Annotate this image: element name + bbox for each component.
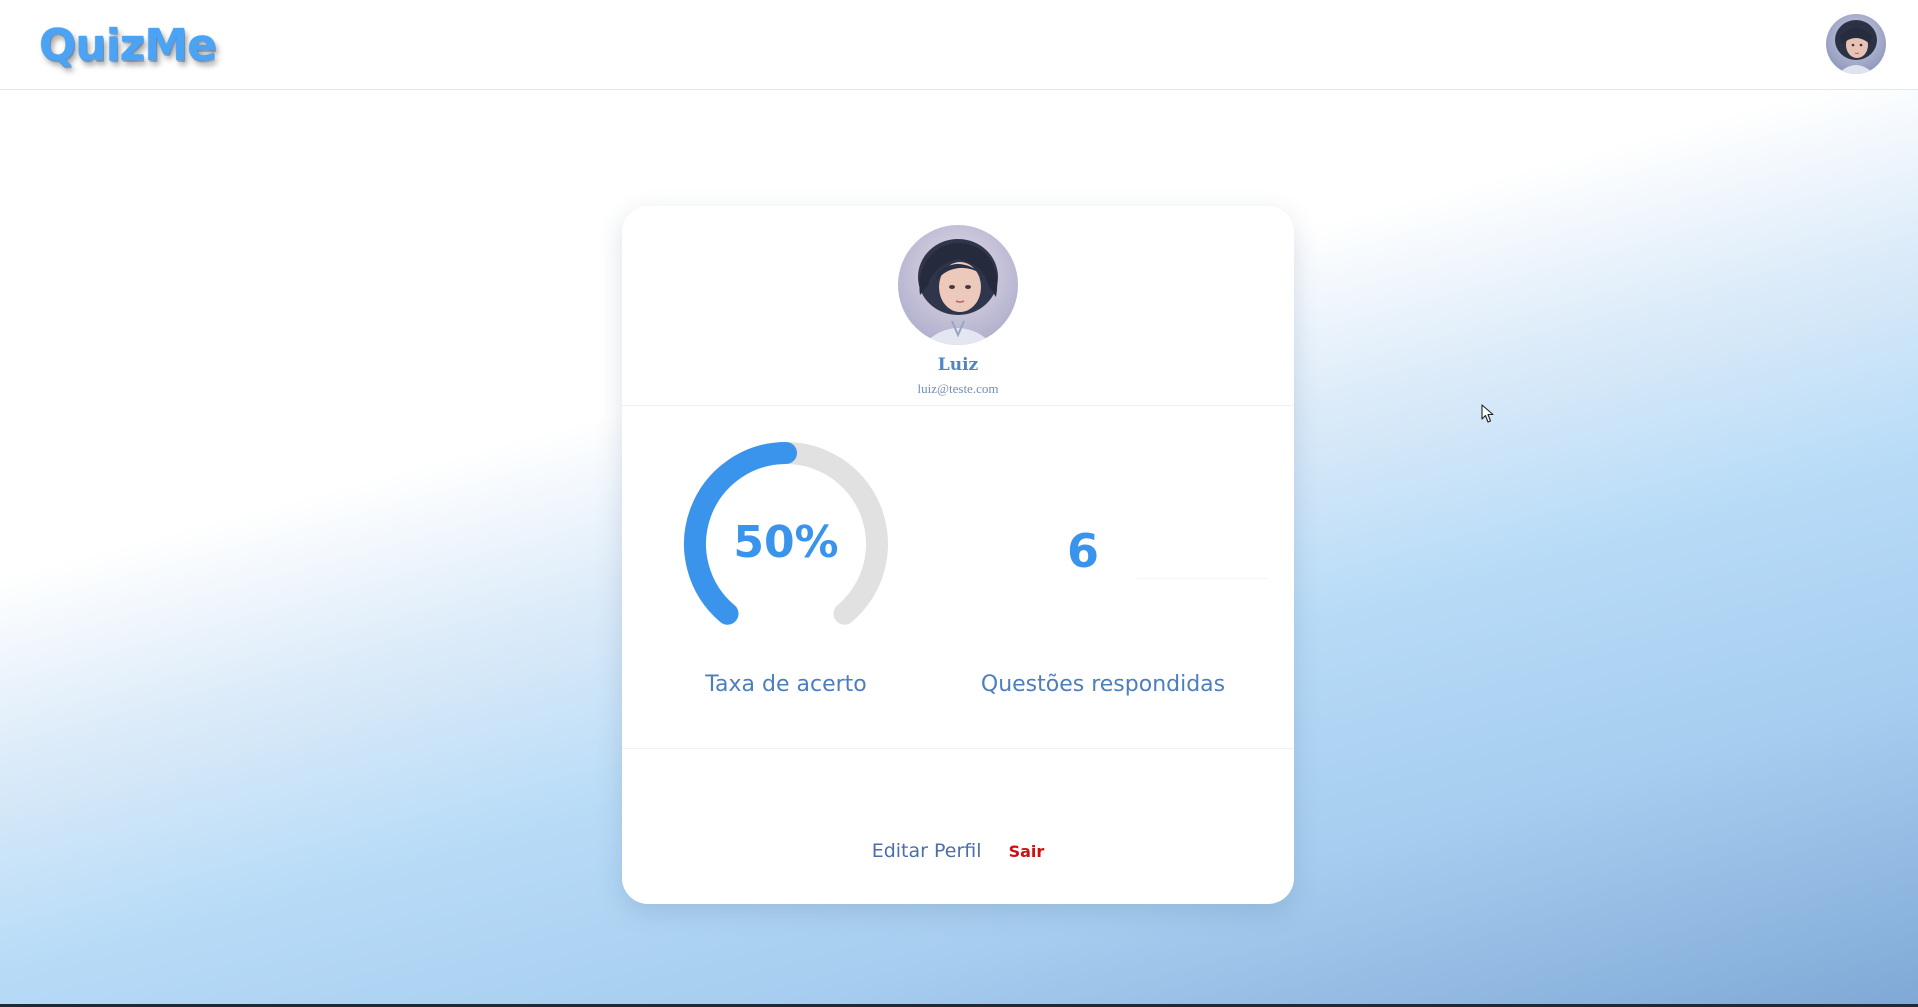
edit-profile-button[interactable]: Editar Perfil — [872, 840, 982, 862]
user-avatar-icon[interactable] — [1826, 14, 1886, 74]
accuracy-value: 50% — [733, 517, 839, 568]
profile-actions: Editar Perfil Sair — [622, 840, 1294, 862]
user-name: Luiz — [937, 355, 979, 375]
actions-divider — [622, 748, 1294, 749]
accuracy-label: Taxa de acerto — [705, 672, 867, 697]
profile-avatar-icon — [898, 225, 1018, 345]
answered-count: 6 — [1066, 524, 1099, 578]
top-navbar: QuizMe — [0, 0, 1918, 90]
user-email: luiz@teste.com — [917, 381, 999, 396]
answered-underline — [1137, 578, 1267, 579]
logout-button[interactable]: Sair — [1009, 842, 1045, 861]
app-logo[interactable]: QuizMe — [39, 20, 217, 71]
answered-label: Questões respondidas — [980, 672, 1226, 697]
profile-card: Luiz luiz@teste.com 50% Taxa de acerto 6… — [622, 206, 1294, 904]
profile-avatar-image — [898, 225, 1018, 345]
user-avatar-image — [1826, 14, 1886, 74]
mouse-cursor-icon — [1481, 404, 1494, 423]
section-divider — [622, 405, 1294, 406]
